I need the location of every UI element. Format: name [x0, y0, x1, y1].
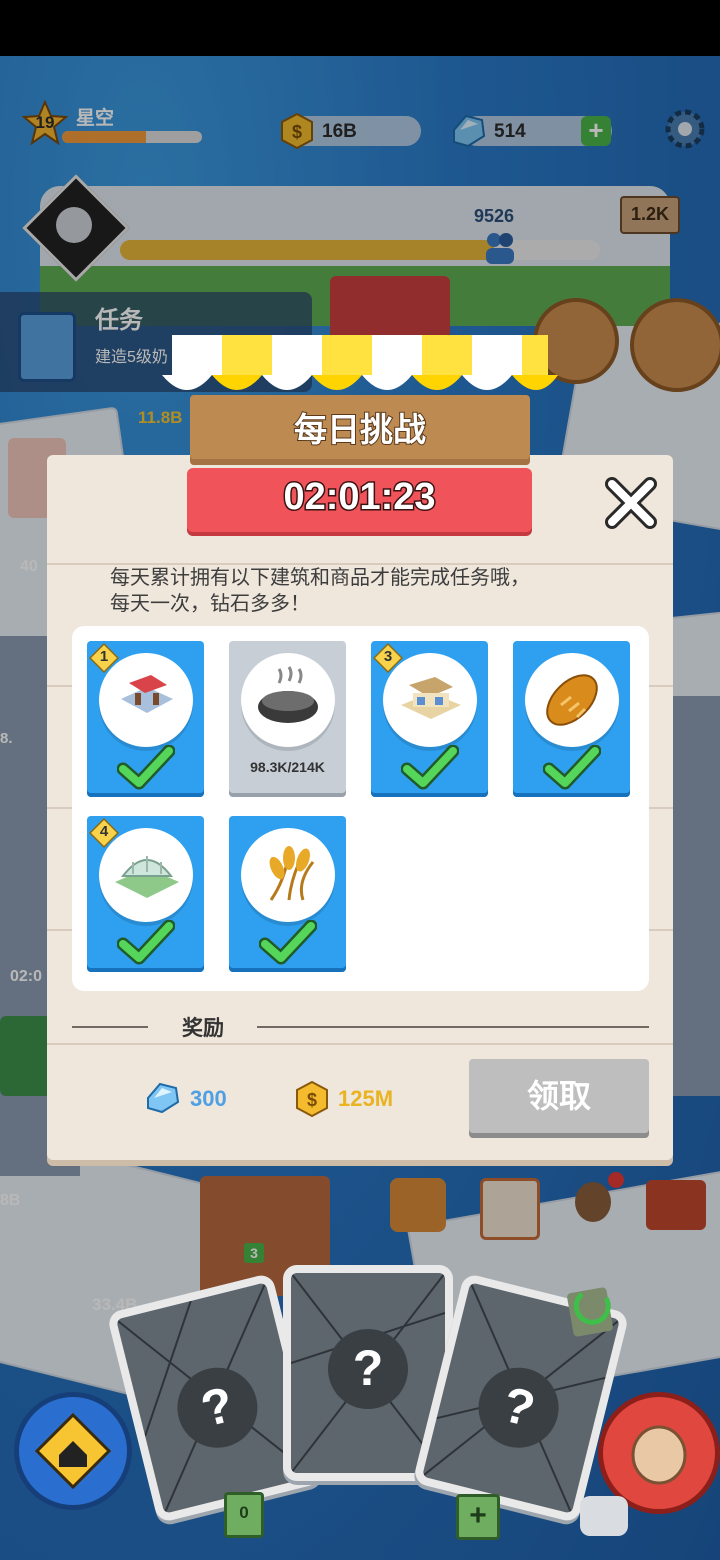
- level-badge: 4: [88, 817, 120, 849]
- reward-label: 奖励: [182, 1017, 224, 1040]
- item-progress: 98.3K/214K: [250, 759, 325, 775]
- item-icon-circle: [525, 653, 619, 747]
- robot-assistant-icon[interactable]: [580, 1496, 628, 1536]
- description-line-2: 每天一次，钻石多多！: [110, 593, 310, 615]
- item-icon-circle: [241, 828, 335, 922]
- wheat-icon: [269, 846, 315, 901]
- shop-awning: [162, 335, 558, 407]
- svg-text:$: $: [307, 1090, 317, 1110]
- description-line-1: 每天累计拥有以下建筑和商品才能完成任务哦，: [110, 567, 530, 589]
- challenge-description: 每天累计拥有以下建筑和商品才能完成任务哦， 每天一次，钻石多多！: [110, 565, 630, 617]
- checkmark-icon: [116, 919, 176, 966]
- divider-left: [72, 1026, 148, 1028]
- svg-text:?: ?: [353, 1340, 384, 1396]
- bread-icon: [546, 674, 598, 726]
- challenge-item-bread[interactable]: [513, 641, 630, 797]
- add-card-button[interactable]: +: [456, 1494, 500, 1540]
- item-icon-circle: [241, 653, 335, 747]
- hotpot-icon: [258, 666, 318, 723]
- reward-coins: 125M: [338, 1086, 394, 1111]
- level-badge: 3: [372, 642, 404, 674]
- popup-title: 每日挑战: [293, 410, 427, 449]
- challenge-item-greenhouse[interactable]: 4: [87, 816, 204, 972]
- checkmark-icon: [258, 919, 318, 966]
- hand-icon: [631, 1425, 687, 1485]
- close-icon[interactable]: [602, 474, 660, 532]
- home-warning-icon: [34, 1412, 112, 1490]
- divider-right: [257, 1026, 649, 1028]
- countdown-timer: 02:01:23: [282, 475, 437, 520]
- checkmark-icon: [116, 744, 176, 791]
- checkmark-icon: [542, 744, 602, 791]
- build-home-button[interactable]: [14, 1392, 132, 1510]
- level-badge: 1: [88, 642, 120, 674]
- challenge-item-shop[interactable]: 3: [371, 641, 488, 797]
- card-counter: 0: [224, 1492, 264, 1538]
- challenge-item-wheat[interactable]: [229, 816, 346, 972]
- status-bar: [0, 0, 720, 56]
- coin-icon: $: [294, 1080, 330, 1118]
- challenge-items-grid: 1 98.3K/214K 3 4: [72, 626, 649, 991]
- refresh-cards-icon[interactable]: [562, 1282, 626, 1342]
- reward-gems: 300: [190, 1086, 227, 1111]
- claim-button[interactable]: 领取: [469, 1059, 649, 1133]
- challenge-item-restaurant[interactable]: 1: [87, 641, 204, 797]
- checkmark-icon: [400, 744, 460, 791]
- gem-icon: [144, 1080, 182, 1116]
- challenge-item-hotpot[interactable]: 98.3K/214K: [229, 641, 346, 797]
